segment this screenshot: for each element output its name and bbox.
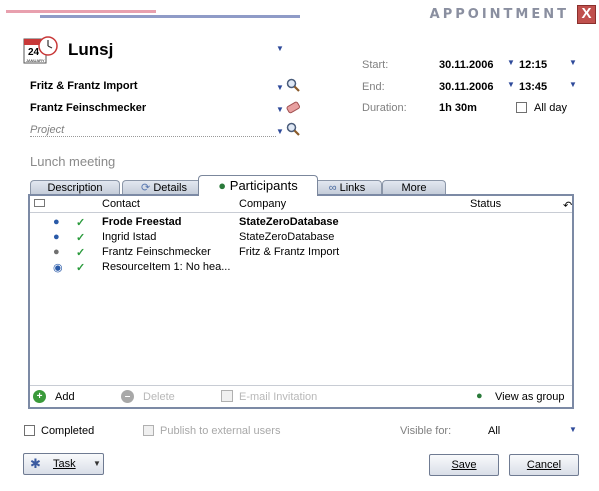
company-search-icon[interactable] bbox=[286, 78, 300, 95]
tab-participants[interactable]: ● Participants bbox=[198, 175, 318, 196]
column-header-status[interactable]: Status bbox=[470, 198, 501, 210]
tab-more[interactable]: More bbox=[382, 180, 446, 195]
subject-field[interactable]: Lunsj bbox=[68, 40, 113, 60]
end-label: End: bbox=[362, 81, 385, 93]
person-icon: ● bbox=[53, 216, 60, 228]
close-button[interactable]: X bbox=[577, 5, 596, 24]
person-icon: ● bbox=[53, 231, 60, 243]
add-icon[interactable]: + bbox=[33, 390, 46, 403]
company-field[interactable]: Fritz & Frantz Import bbox=[30, 80, 138, 92]
task-button[interactable]: ✱ Task ▼ bbox=[23, 453, 104, 475]
grid-header: Contact Company Status ↶ bbox=[30, 196, 572, 213]
cancel-button-label: Cancel bbox=[526, 459, 562, 471]
project-field[interactable]: Project bbox=[30, 124, 64, 136]
calendar-month: JANUARY bbox=[26, 58, 45, 63]
allday-checkbox[interactable] bbox=[516, 102, 527, 113]
tab-links-label: Links bbox=[339, 182, 366, 194]
participant-contact: Ingrid Istad bbox=[102, 231, 157, 243]
table-row[interactable]: ◉ ✓ ResourceItem 1: No hea... bbox=[30, 261, 572, 274]
participants-toolbar: + Add – Delete E-mail Invitation ● View … bbox=[30, 385, 572, 407]
delete-button[interactable]: Delete bbox=[143, 391, 175, 403]
email-invitation-button[interactable]: E-mail Invitation bbox=[239, 391, 317, 403]
save-button[interactable]: Save bbox=[429, 454, 499, 476]
completed-label: Completed bbox=[41, 425, 95, 437]
completed-checkbox[interactable] bbox=[24, 425, 35, 436]
participant-contact: ResourceItem 1: No hea... bbox=[102, 261, 231, 273]
view-as-group-button[interactable]: View as group bbox=[495, 391, 565, 403]
contact-field[interactable]: Frantz Feinschmecker bbox=[30, 102, 146, 114]
tab-more-label: More bbox=[401, 182, 427, 194]
start-date[interactable]: 30.11.2006 bbox=[439, 59, 493, 71]
visible-for-value[interactable]: All bbox=[488, 425, 500, 437]
group-icon[interactable]: ● bbox=[476, 390, 483, 402]
participants-icon: ● bbox=[218, 178, 227, 193]
project-search-icon[interactable] bbox=[286, 122, 300, 139]
cancel-button[interactable]: Cancel bbox=[509, 454, 579, 476]
add-button[interactable]: Add bbox=[55, 391, 75, 403]
start-time-dropdown-icon[interactable]: ▼ bbox=[569, 58, 577, 67]
tab-description[interactable]: Description bbox=[30, 180, 120, 195]
tab-details[interactable]: ⟳ Details bbox=[122, 180, 206, 195]
description-title[interactable]: Lunch meeting bbox=[30, 154, 115, 169]
accepted-check-icon: ✓ bbox=[76, 247, 86, 259]
title-stripe-pink bbox=[6, 10, 156, 13]
subject-dropdown-icon[interactable]: ▼ bbox=[276, 44, 284, 53]
contact-card-icon[interactable] bbox=[286, 100, 300, 117]
calendar-icon: 24 JANUARY bbox=[23, 35, 59, 65]
column-type-icon[interactable] bbox=[34, 199, 45, 207]
delete-icon[interactable]: – bbox=[121, 390, 134, 403]
task-button-label: Task bbox=[53, 458, 76, 470]
duration-label: Duration: bbox=[362, 102, 407, 114]
tab-details-label: Details bbox=[153, 182, 187, 194]
visible-for-label: Visible for: bbox=[400, 425, 452, 437]
duration-value: 1h 30m bbox=[439, 102, 477, 114]
title-stripe-blue bbox=[40, 15, 300, 18]
tab-description-label: Description bbox=[47, 182, 103, 194]
accepted-check-icon: ✓ bbox=[76, 262, 86, 274]
participant-company: Fritz & Frantz Import bbox=[239, 246, 340, 258]
external-person-icon: ● bbox=[53, 246, 60, 258]
accepted-check-icon: ✓ bbox=[76, 217, 86, 229]
participant-contact: Frantz Feinschmecker bbox=[102, 246, 211, 258]
start-label: Start: bbox=[362, 59, 389, 71]
allday-label: All day bbox=[534, 102, 568, 114]
end-date-dropdown-icon[interactable]: ▼ bbox=[507, 80, 515, 89]
table-row[interactable]: ● ✓ Frantz Feinschmecker Fritz & Frantz … bbox=[30, 246, 572, 259]
visible-for-dropdown-icon[interactable]: ▼ bbox=[569, 425, 577, 434]
project-underline bbox=[30, 136, 276, 137]
participants-panel: Contact Company Status ↶ ● ✓ Frode Frees… bbox=[28, 194, 574, 409]
column-header-contact[interactable]: Contact bbox=[102, 198, 140, 210]
publish-label: Publish to external users bbox=[160, 425, 281, 437]
email-icon[interactable] bbox=[221, 390, 233, 402]
accepted-check-icon: ✓ bbox=[76, 232, 86, 244]
resource-icon: ◉ bbox=[53, 262, 63, 274]
window-title: APPOINTMENT bbox=[429, 7, 569, 22]
contact-dropdown-icon[interactable]: ▼ bbox=[276, 105, 284, 114]
table-row[interactable]: ● ✓ Ingrid Istad StateZeroDatabase bbox=[30, 231, 572, 244]
task-dropdown-icon: ▼ bbox=[93, 459, 101, 468]
column-chooser-icon[interactable]: ↶ bbox=[563, 199, 572, 212]
company-dropdown-icon[interactable]: ▼ bbox=[276, 83, 284, 92]
column-header-company[interactable]: Company bbox=[239, 198, 286, 210]
project-dropdown-icon[interactable]: ▼ bbox=[276, 127, 284, 136]
table-row[interactable]: ● ✓ Frode Freestad StateZeroDatabase bbox=[30, 216, 572, 229]
end-time[interactable]: 13:45 bbox=[519, 81, 547, 93]
task-gear-icon: ✱ bbox=[30, 456, 41, 471]
end-date[interactable]: 30.11.2006 bbox=[439, 81, 493, 93]
tab-participants-label: Participants bbox=[229, 178, 298, 193]
participant-contact: Frode Freestad bbox=[102, 216, 182, 228]
details-refresh-icon: ⟳ bbox=[141, 182, 151, 194]
start-date-dropdown-icon[interactable]: ▼ bbox=[507, 58, 515, 67]
publish-checkbox[interactable] bbox=[143, 425, 154, 436]
start-time[interactable]: 12:15 bbox=[519, 59, 547, 71]
participant-company: StateZeroDatabase bbox=[239, 231, 335, 243]
participant-company: StateZeroDatabase bbox=[239, 216, 339, 228]
calendar-day: 24 bbox=[28, 47, 40, 58]
tab-links[interactable]: ∞ Links bbox=[312, 180, 382, 195]
links-chain-icon: ∞ bbox=[328, 182, 337, 194]
save-button-label: Save bbox=[451, 459, 477, 471]
end-time-dropdown-icon[interactable]: ▼ bbox=[569, 80, 577, 89]
